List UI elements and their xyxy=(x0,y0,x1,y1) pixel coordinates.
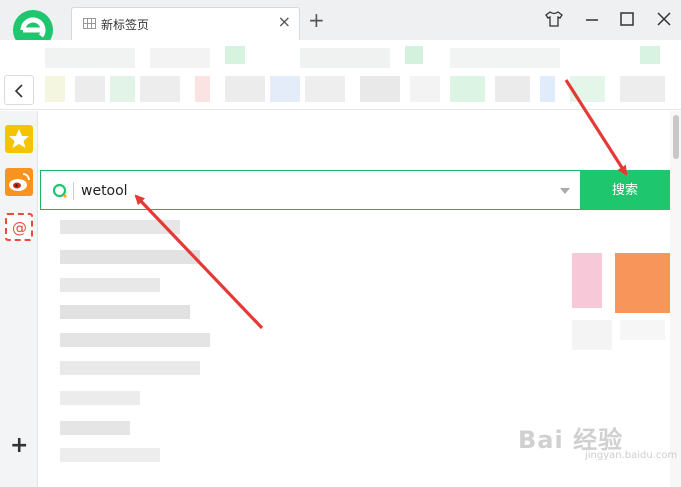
search-input[interactable] xyxy=(81,180,541,202)
blurred-bookmark xyxy=(270,76,300,102)
watermark-url: jingyan.baidu.com xyxy=(585,450,678,461)
suggestion-item[interactable] xyxy=(60,278,160,292)
back-button[interactable] xyxy=(4,75,34,105)
search-box[interactable] xyxy=(40,170,581,210)
suggestion-item[interactable] xyxy=(60,333,210,347)
grid-icon xyxy=(83,18,96,29)
blurred-bookmark xyxy=(140,76,180,102)
weibo-icon[interactable] xyxy=(5,168,33,196)
suggestion-item[interactable] xyxy=(60,391,140,405)
blurred-bookmark xyxy=(75,76,105,102)
blurred-bookmark xyxy=(410,76,440,102)
tab-close-icon[interactable]: × xyxy=(278,14,291,30)
blurred-bookmark xyxy=(450,76,485,102)
blurred-bookmark xyxy=(225,76,265,102)
blurred-thumbnail xyxy=(572,320,612,350)
blurred-bookmark xyxy=(620,76,665,102)
tab-title: 新标签页 xyxy=(101,18,150,32)
blurred-bookmark xyxy=(540,76,555,102)
suggestion-item[interactable] xyxy=(60,305,190,319)
blurred-bookmark xyxy=(570,76,605,102)
blurred-bookmark xyxy=(305,76,345,102)
scrollbar-thumb[interactable] xyxy=(673,115,679,159)
blurred-bookmark xyxy=(495,76,530,102)
search-suggestions xyxy=(40,210,571,462)
new-tab-button[interactable]: + xyxy=(308,10,325,30)
dropdown-arrow-icon[interactable] xyxy=(560,188,570,194)
blurred-bookmark xyxy=(150,48,210,68)
bookmark-toolbar xyxy=(0,40,681,110)
svg-text:@: @ xyxy=(12,219,27,237)
blurred-bookmark xyxy=(195,76,210,102)
left-sidebar: @ + xyxy=(0,111,38,487)
sidebar-add-button[interactable]: + xyxy=(10,435,28,457)
suggestion-item[interactable] xyxy=(60,361,200,375)
blurred-thumbnail xyxy=(615,253,670,313)
search-separator xyxy=(73,182,74,200)
blurred-bookmark xyxy=(450,48,560,68)
tab-new-tab[interactable]: 新标签页 × xyxy=(71,7,300,40)
blurred-bookmark xyxy=(640,46,660,64)
title-bar: 新标签页 × + xyxy=(0,0,681,54)
chevron-left-icon xyxy=(14,84,23,98)
suggestion-item[interactable] xyxy=(60,448,160,462)
blurred-bookmark xyxy=(45,76,65,102)
scrollbar-track[interactable] xyxy=(670,111,681,487)
search-engine-icon xyxy=(52,183,67,198)
skin-shirt-icon[interactable] xyxy=(545,10,563,28)
blurred-bookmark xyxy=(110,76,135,102)
mail-icon[interactable]: @ xyxy=(5,213,33,241)
favorites-star-icon[interactable] xyxy=(5,125,33,153)
suggestion-item[interactable] xyxy=(60,421,130,435)
suggestion-item[interactable] xyxy=(60,220,180,234)
suggestion-item[interactable] xyxy=(60,250,200,264)
maximize-icon[interactable] xyxy=(618,10,636,28)
minimize-icon[interactable] xyxy=(583,10,601,28)
blurred-bookmark xyxy=(405,46,423,64)
blurred-bookmark xyxy=(225,46,245,64)
blurred-bookmark xyxy=(300,48,390,68)
search-button[interactable]: 搜索 xyxy=(580,170,670,210)
blurred-bookmark xyxy=(360,76,400,102)
close-window-icon[interactable] xyxy=(655,10,673,28)
blurred-bookmark xyxy=(45,48,135,68)
blurred-thumbnail xyxy=(620,320,665,340)
blurred-thumbnail xyxy=(572,253,602,308)
